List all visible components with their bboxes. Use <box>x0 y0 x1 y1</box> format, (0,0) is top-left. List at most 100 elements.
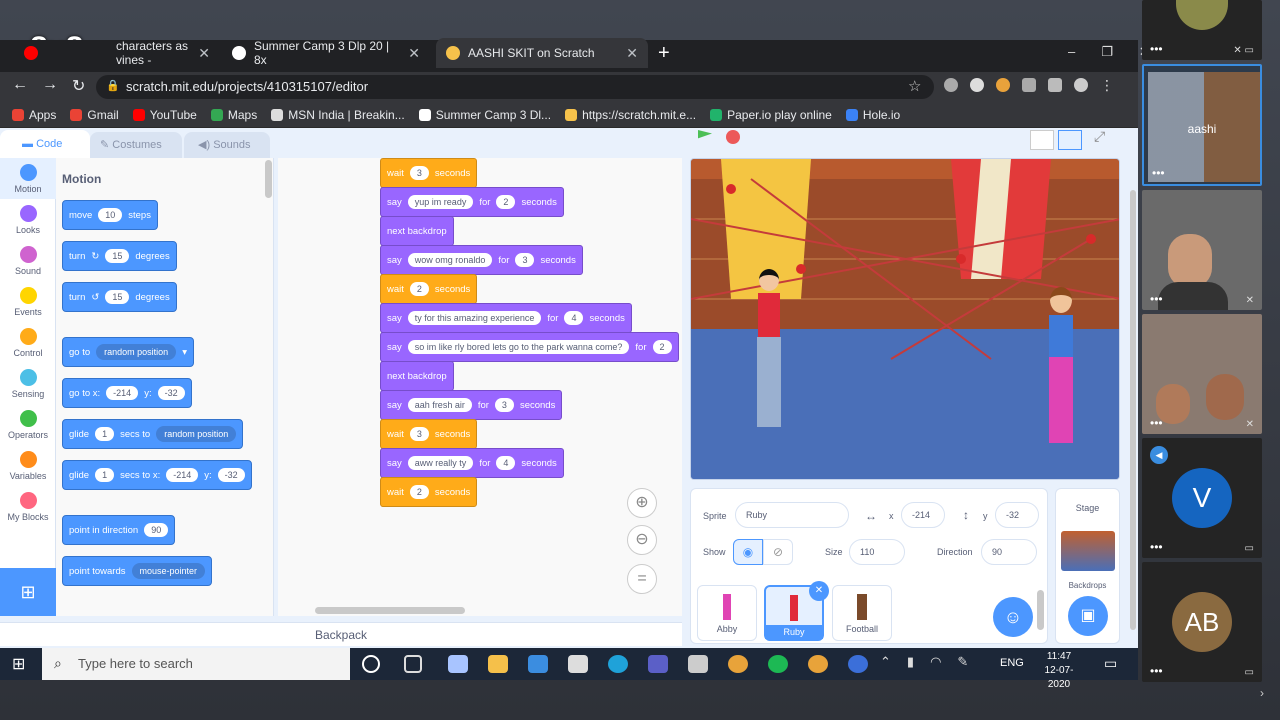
profile-icon[interactable] <box>1074 78 1088 92</box>
tab-costumes[interactable]: ✎ Costumes <box>90 132 182 158</box>
script-block-say[interactable]: say ty for this amazing experience for 4 sec… <box>380 303 632 333</box>
y-input[interactable]: -32 <box>995 502 1039 528</box>
clock[interactable]: 11:47 12-07-2020 <box>1034 650 1084 692</box>
dropbox-icon[interactable] <box>568 655 588 673</box>
size-input[interactable]: 110 <box>849 539 905 565</box>
close-tab-icon[interactable]: ✕ <box>408 45 420 62</box>
script-block-wait[interactable]: wait 3 seconds <box>380 419 478 449</box>
backpack[interactable]: Backpack <box>0 622 682 646</box>
sprite-ruby[interactable] <box>751 269 787 435</box>
block-point-towards[interactable]: point towards mouse-pointer <box>62 556 213 586</box>
category-sensing[interactable]: Sensing <box>0 363 56 404</box>
puzzle-icon[interactable] <box>1022 78 1036 92</box>
participant-tile-active[interactable]: aashi ••• <box>1142 64 1262 186</box>
back-icon[interactable]: ← <box>12 76 28 96</box>
script-block-say[interactable]: say so im like rly bored lets go to the p… <box>380 332 679 362</box>
script-block-wait[interactable]: wait 2 seconds <box>380 477 478 507</box>
sprite-thumb-abby[interactable]: Abby <box>697 585 757 641</box>
category-looks[interactable]: Looks <box>0 199 56 240</box>
tab-code[interactable]: ▬ Code <box>0 130 90 158</box>
stop-icon[interactable] <box>726 130 740 144</box>
fullscreen-icon[interactable]: ⤢ <box>1094 128 1105 145</box>
language-indicator[interactable]: ENG <box>1000 657 1024 669</box>
extension-icon[interactable] <box>944 78 958 92</box>
more-options-icon[interactable]: ••• <box>1150 416 1163 430</box>
participant-tile[interactable]: ••• ✕ ▭ <box>1142 0 1262 60</box>
script-block-wait[interactable]: wait 2 seconds <box>380 274 478 304</box>
add-extension-button[interactable]: ⊞ <box>0 568 56 616</box>
x-input[interactable]: -214 <box>901 502 945 528</box>
direction-input[interactable]: 90 <box>981 539 1037 565</box>
category-events[interactable]: Events <box>0 281 56 322</box>
zoom-reset-button[interactable]: = <box>627 564 657 594</box>
close-tab-icon[interactable]: ✕ <box>198 45 210 62</box>
block-glide[interactable]: glide 1 secs to random position <box>62 419 244 449</box>
workspace-scrollbar[interactable] <box>315 607 465 614</box>
participant-video-tile[interactable]: ••• ✕ <box>1142 190 1262 310</box>
participant-video-tile[interactable]: ••• ✕ <box>1142 314 1262 434</box>
bookmark-msn[interactable]: MSN India | Breakin... <box>271 108 405 122</box>
tab-sounds[interactable]: ◀) Sounds <box>184 132 270 158</box>
block-point-direction[interactable]: point in direction 90 <box>62 515 176 545</box>
minimize-button[interactable]: – <box>1068 44 1075 60</box>
block-go-to[interactable]: go to random position ▾ <box>62 337 194 367</box>
chevron-right-icon[interactable]: › <box>1260 686 1264 700</box>
more-options-icon[interactable]: ••• <box>1150 292 1163 306</box>
address-bar[interactable]: scratch.mit.edu/projects/410315107/edito… <box>96 75 934 99</box>
category-control[interactable]: Control <box>0 322 56 363</box>
show-visible-icon[interactable]: ◉ <box>733 539 763 565</box>
small-stage-icon[interactable] <box>1030 130 1054 150</box>
category-variables[interactable]: Variables <box>0 445 56 486</box>
category-motion[interactable]: Motion <box>0 158 56 199</box>
wifi-icon[interactable]: ◠ <box>930 654 941 670</box>
cortana-icon[interactable] <box>362 655 380 673</box>
bookmark-maps[interactable]: Maps <box>210 108 257 122</box>
palette-scrollbar[interactable] <box>265 160 272 198</box>
app-icon[interactable] <box>448 655 468 673</box>
bookmark-gmail[interactable]: Gmail <box>70 108 119 122</box>
chrome-taskbar-icon[interactable] <box>808 655 828 673</box>
block-turn-right[interactable]: turn ↻ 15 degrees <box>62 241 177 271</box>
star-icon[interactable]: ☆ <box>908 77 921 95</box>
pen-icon[interactable]: ✎ <box>957 654 968 670</box>
category-sound[interactable]: Sound <box>0 240 56 281</box>
media-icon[interactable] <box>1048 78 1062 92</box>
bookmark-youtube[interactable]: YouTube <box>132 108 197 122</box>
zoom-out-button[interactable]: ⊖ <box>627 525 657 555</box>
chrome-taskbar-icon[interactable] <box>728 655 748 673</box>
block-go-to-xy[interactable]: go to x: -214 y: -32 <box>62 378 192 408</box>
bookmark-summer-camp[interactable]: Summer Camp 3 Dl... <box>418 108 551 122</box>
delete-sprite-icon[interactable]: ✕ <box>809 581 829 601</box>
reload-icon[interactable]: ↻ <box>72 76 85 96</box>
bookmark-apps[interactable]: Apps <box>12 108 56 122</box>
more-options-icon[interactable]: ••• <box>1150 42 1163 56</box>
show-hidden-icon[interactable]: ⊘ <box>763 539 793 565</box>
add-backdrop-button[interactable]: ▣ <box>1068 596 1108 636</box>
chevron-up-icon[interactable]: ⌃ <box>880 654 891 670</box>
normal-stage-icon[interactable] <box>1058 130 1082 150</box>
script-block-wait[interactable]: wait 3 seconds <box>380 158 478 188</box>
tab-scratch[interactable]: AASHI SKIT on Scratch ✕ <box>436 38 648 68</box>
script-block-say[interactable]: say wow omg ronaldo for 3 seconds <box>380 245 583 275</box>
notification-icon[interactable]: ▭ <box>1104 655 1117 672</box>
participant-tile-ab[interactable]: AB ••• ▭ <box>1142 562 1262 682</box>
category-operators[interactable]: Operators <box>0 404 56 445</box>
block-move[interactable]: move 10 steps <box>62 200 158 230</box>
zoom-in-button[interactable]: ⊕ <box>627 488 657 518</box>
extension-icon[interactable] <box>970 78 984 92</box>
script-block-next-backdrop[interactable]: next backdrop <box>380 216 454 246</box>
help-icon[interactable] <box>848 655 868 673</box>
sprite-name-input[interactable]: Ruby <box>735 502 849 528</box>
script-block-say[interactable]: say aah fresh air for 3 seconds <box>380 390 563 420</box>
script-block-say[interactable]: say yup im ready for 2 seconds <box>380 187 564 217</box>
microphone-icon[interactable]: ▮ <box>907 654 914 670</box>
add-sprite-button[interactable]: ☺ <box>993 597 1033 637</box>
mail-icon[interactable] <box>528 655 548 673</box>
maximize-button[interactable]: ❐ <box>1101 44 1113 60</box>
more-options-icon[interactable]: ••• <box>1152 166 1165 180</box>
script-block-say[interactable]: say aww really ty for 4 seconds <box>380 448 564 478</box>
bookmark-paperio[interactable]: Paper.io play online <box>710 108 832 122</box>
category-my-blocks[interactable]: My Blocks <box>0 486 56 527</box>
forward-icon[interactable]: → <box>42 76 58 96</box>
bookmark-holeio[interactable]: Hole.io <box>845 108 900 122</box>
